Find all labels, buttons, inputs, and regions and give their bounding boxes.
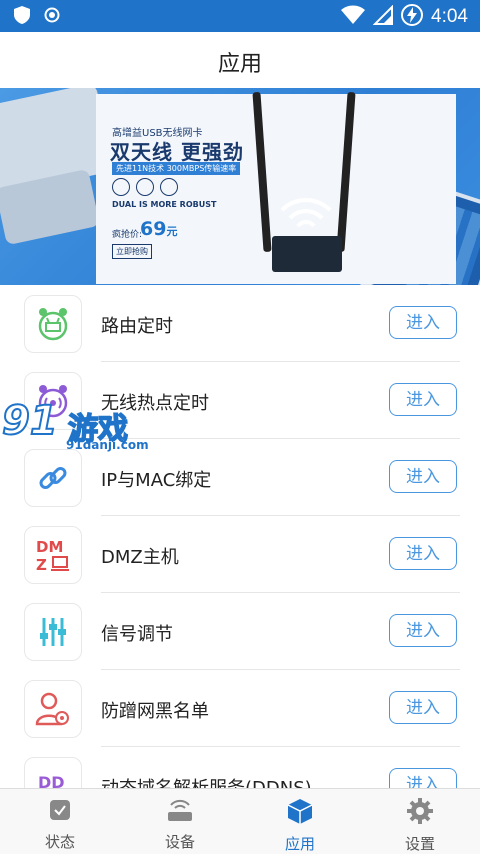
page-title: 应用 — [217, 52, 262, 77]
app-bar: 应用 — [0, 32, 480, 89]
tab-label: 设备 — [164, 833, 195, 851]
user-block-icon — [24, 680, 82, 738]
banner-english: DUAL IS MORE ROBUST — [112, 200, 217, 209]
list-item: DM Z DMZ主机 进入 — [0, 516, 480, 593]
app-label: DMZ主机 — [101, 547, 179, 568]
buy-now-button[interactable]: 立即抢购 — [112, 244, 152, 259]
clock: 4:04 — [431, 6, 468, 27]
bottom-tab-bar: 状态 设备 应用 设置 — [0, 788, 480, 854]
sliders-icon — [24, 603, 82, 661]
tab-settings[interactable]: 设置 — [360, 789, 480, 854]
gear-icon — [406, 797, 434, 829]
price-value: 69元 — [140, 218, 178, 240]
price-label: 疯抢价: — [112, 230, 143, 240]
enter-button[interactable]: 进入 — [389, 537, 457, 570]
device-icon — [165, 797, 195, 827]
cube-icon — [286, 797, 314, 829]
enter-button[interactable]: 进入 — [389, 691, 457, 724]
app-label: IP与MAC绑定 — [101, 470, 212, 491]
record-icon — [44, 7, 60, 27]
battery-charging-icon — [401, 4, 424, 30]
app-label: 路由定时 — [101, 316, 173, 337]
banner-tagline: 先进11N技术 300MBPS传输速率 — [112, 162, 241, 175]
status-bar: 4:04 — [0, 0, 480, 32]
alarm-router-icon — [24, 295, 82, 353]
app-label: 信号调节 — [101, 624, 173, 645]
app-label: 防蹭网黑名单 — [101, 701, 209, 722]
wifi-waves-graphic — [278, 196, 334, 236]
enter-button[interactable]: 进入 — [389, 460, 457, 493]
banner-headline: 双天线 更强劲 — [110, 140, 244, 164]
shield-icon — [14, 6, 30, 28]
svg-text:DM: DM — [36, 538, 63, 556]
app-list: 路由定时 进入 无线热点定时 进入 IP与MAC绑定 进入 DM Z DMZ主机 … — [0, 285, 480, 824]
svg-text:Z: Z — [36, 556, 47, 574]
tab-status[interactable]: 状态 — [0, 789, 120, 854]
list-item: 防蹭网黑名单 进入 — [0, 670, 480, 747]
watermark-logo: 91 游戏 91danji.com — [1, 397, 149, 452]
wifi-icon — [341, 5, 366, 29]
router-graphic — [272, 236, 342, 272]
tab-label: 状态 — [44, 833, 75, 851]
enter-button[interactable]: 进入 — [389, 306, 457, 339]
tab-devices[interactable]: 设备 — [120, 789, 240, 854]
tab-label: 设置 — [404, 835, 435, 853]
signal-icon — [372, 4, 394, 29]
list-item: 信号调节 进入 — [0, 593, 480, 670]
promo-banner[interactable]: 高增益USB无线网卡 双天线 更强劲 先进11N技术 300MBPS传输速率 D… — [0, 88, 480, 285]
enter-button[interactable]: 进入 — [389, 383, 457, 416]
enter-button[interactable]: 进入 — [389, 614, 457, 647]
status-icon — [47, 797, 73, 827]
dmz-icon: DM Z — [24, 526, 82, 584]
tab-apps[interactable]: 应用 — [240, 789, 360, 854]
feature-icons — [112, 178, 178, 196]
tab-label: 应用 — [284, 835, 315, 853]
list-item: 路由定时 进入 — [0, 285, 480, 362]
